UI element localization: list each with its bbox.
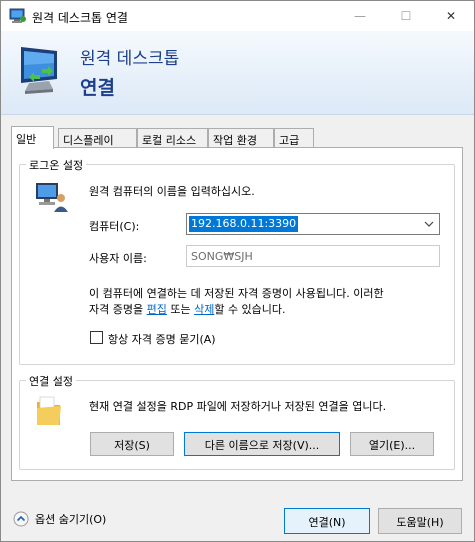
- hide-options-label[interactable]: 옵션 숨기기(O): [35, 511, 106, 527]
- window-title: 원격 데스크톱 연결: [32, 11, 128, 25]
- logon-settings-group: 로그온 설정 원격 컴퓨터의 이름을 입력하십시오. 컴퓨터(C): 192.1…: [19, 157, 455, 365]
- remote-desktop-logo-icon: [21, 47, 57, 94]
- maximize-button[interactable]: ☐: [383, 1, 429, 31]
- save-button[interactable]: 저장(S): [90, 432, 174, 456]
- chevron-down-icon[interactable]: [423, 217, 435, 231]
- open-button[interactable]: 열기(E)...: [350, 432, 434, 456]
- always-ask-credentials-checkbox[interactable]: [90, 331, 103, 344]
- logon-settings-legend: 로그온 설정: [26, 157, 87, 173]
- connect-button[interactable]: 연결(N): [284, 508, 370, 534]
- hide-options-toggle[interactable]: 옵션 숨기기(O): [13, 511, 106, 527]
- tab-local-resources[interactable]: 로컬 리소스: [137, 128, 208, 148]
- computer-value[interactable]: 192.168.0.11:3390: [189, 216, 299, 232]
- username-label: 사용자 이름:: [89, 252, 147, 265]
- computer-label: 컴퓨터(C):: [89, 220, 140, 233]
- always-ask-credentials-label[interactable]: 항상 자격 증명 묻기(A): [108, 331, 216, 347]
- tab-general[interactable]: 일반: [11, 126, 54, 149]
- credential-info-text-mid: 또는: [166, 303, 195, 316]
- credential-info-text-post: 할 수 있습니다.: [214, 303, 286, 316]
- minimize-button[interactable]: —: [337, 1, 383, 31]
- connection-settings-group: 연결 설정 현재 연결 설정을 RDP 파일에 저장하거나 저장된 연결을 엽니…: [19, 373, 455, 470]
- banner-title-line1: 원격 데스크톱: [80, 49, 180, 69]
- credential-info-line2: 자격 증명을 편집 또는 삭제할 수 있습니다.: [89, 301, 286, 317]
- close-button[interactable]: ✕: [428, 1, 474, 31]
- save-as-button[interactable]: 다른 이름으로 저장(V)...: [184, 432, 340, 456]
- credential-info-line1: 이 컴퓨터에 연결하는 데 저장된 자격 증명이 사용됩니다. 이러한: [89, 287, 384, 300]
- tab-display[interactable]: 디스플레이: [58, 128, 137, 148]
- edit-credentials-link[interactable]: 편집: [147, 303, 167, 316]
- banner-title-line2: 연결: [80, 77, 115, 99]
- remote-desktop-app-icon: [9, 8, 26, 23]
- computer-combobox[interactable]: 192.168.0.11:3390: [186, 213, 440, 235]
- connection-settings-legend: 연결 설정: [26, 373, 76, 389]
- help-button[interactable]: 도움말(H): [378, 508, 462, 534]
- tab-panel-general: 로그온 설정 원격 컴퓨터의 이름을 입력하십시오. 컴퓨터(C): 192.1…: [11, 147, 463, 481]
- rdp-window: 원격 데스크톱 연결 — ☐ ✕ 원격 데스크톱 연결 일반 디스플레이 로컬 …: [0, 0, 475, 542]
- username-field: SONG₩SJH: [186, 245, 440, 267]
- tab-experience[interactable]: 작업 환경: [208, 128, 274, 148]
- credential-info-text-pre: 자격 증명을: [89, 303, 147, 316]
- computer-name-instruction: 원격 컴퓨터의 이름을 입력하십시오.: [89, 185, 255, 198]
- connection-settings-description: 현재 연결 설정을 RDP 파일에 저장하거나 저장된 연결을 엽니다.: [89, 400, 387, 413]
- delete-credentials-link[interactable]: 삭제: [194, 303, 214, 316]
- computer-user-icon: [36, 183, 68, 212]
- chevron-up-circle-icon[interactable]: [13, 511, 29, 527]
- title-bar[interactable]: 원격 데스크톱 연결 — ☐ ✕: [1, 1, 474, 31]
- folder-icon: [37, 396, 61, 425]
- header-banner: 원격 데스크톱 연결: [1, 31, 474, 115]
- tab-advanced[interactable]: 고급: [274, 128, 314, 148]
